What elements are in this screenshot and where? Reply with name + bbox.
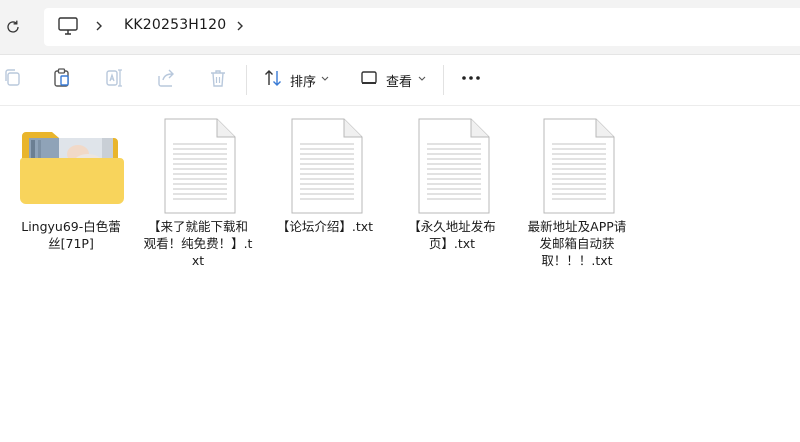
copy-icon[interactable] [2, 67, 24, 89]
file-name-label: 【来了就能下载和观看！纯免费！】.txt [143, 219, 253, 268]
view-icon[interactable] [358, 67, 380, 89]
refresh-icon[interactable] [4, 18, 22, 36]
address-bar: KK20253H120 [0, 0, 800, 55]
chevron-down-icon[interactable] [321, 76, 329, 82]
chevron-down-icon[interactable] [418, 76, 426, 82]
more-options-icon[interactable] [460, 67, 482, 89]
text-file-icon [291, 118, 363, 214]
file-name-label: 【永久地址发布页】.txt [408, 219, 496, 251]
file-name-label: 最新地址及APP请发邮箱自动获取！！！.txt [527, 219, 627, 268]
breadcrumb-current-folder[interactable]: KK20253H120 [124, 17, 226, 33]
view-button[interactable]: 查看 [386, 71, 412, 90]
toolbar-divider [246, 65, 247, 95]
delete-icon[interactable] [207, 67, 229, 89]
chevron-right-icon[interactable] [235, 18, 245, 34]
command-bar: 排序 查看 [0, 55, 800, 106]
toolbar-divider [443, 65, 444, 95]
rename-icon[interactable] [104, 67, 126, 89]
text-file-icon [543, 118, 615, 214]
share-icon[interactable] [156, 67, 178, 89]
sort-icon[interactable] [262, 67, 284, 89]
text-file-icon [164, 118, 236, 214]
text-file-icon [418, 118, 490, 214]
this-pc-icon[interactable] [57, 16, 79, 36]
file-name-label: Lingyu69-白色蕾丝[71P] [21, 219, 121, 251]
file-name-label: 【论坛介绍】.txt [276, 219, 374, 234]
chevron-right-icon[interactable] [94, 18, 104, 34]
paste-icon[interactable] [51, 67, 73, 89]
folder-icon [19, 132, 125, 204]
sort-button[interactable]: 排序 [290, 71, 316, 90]
